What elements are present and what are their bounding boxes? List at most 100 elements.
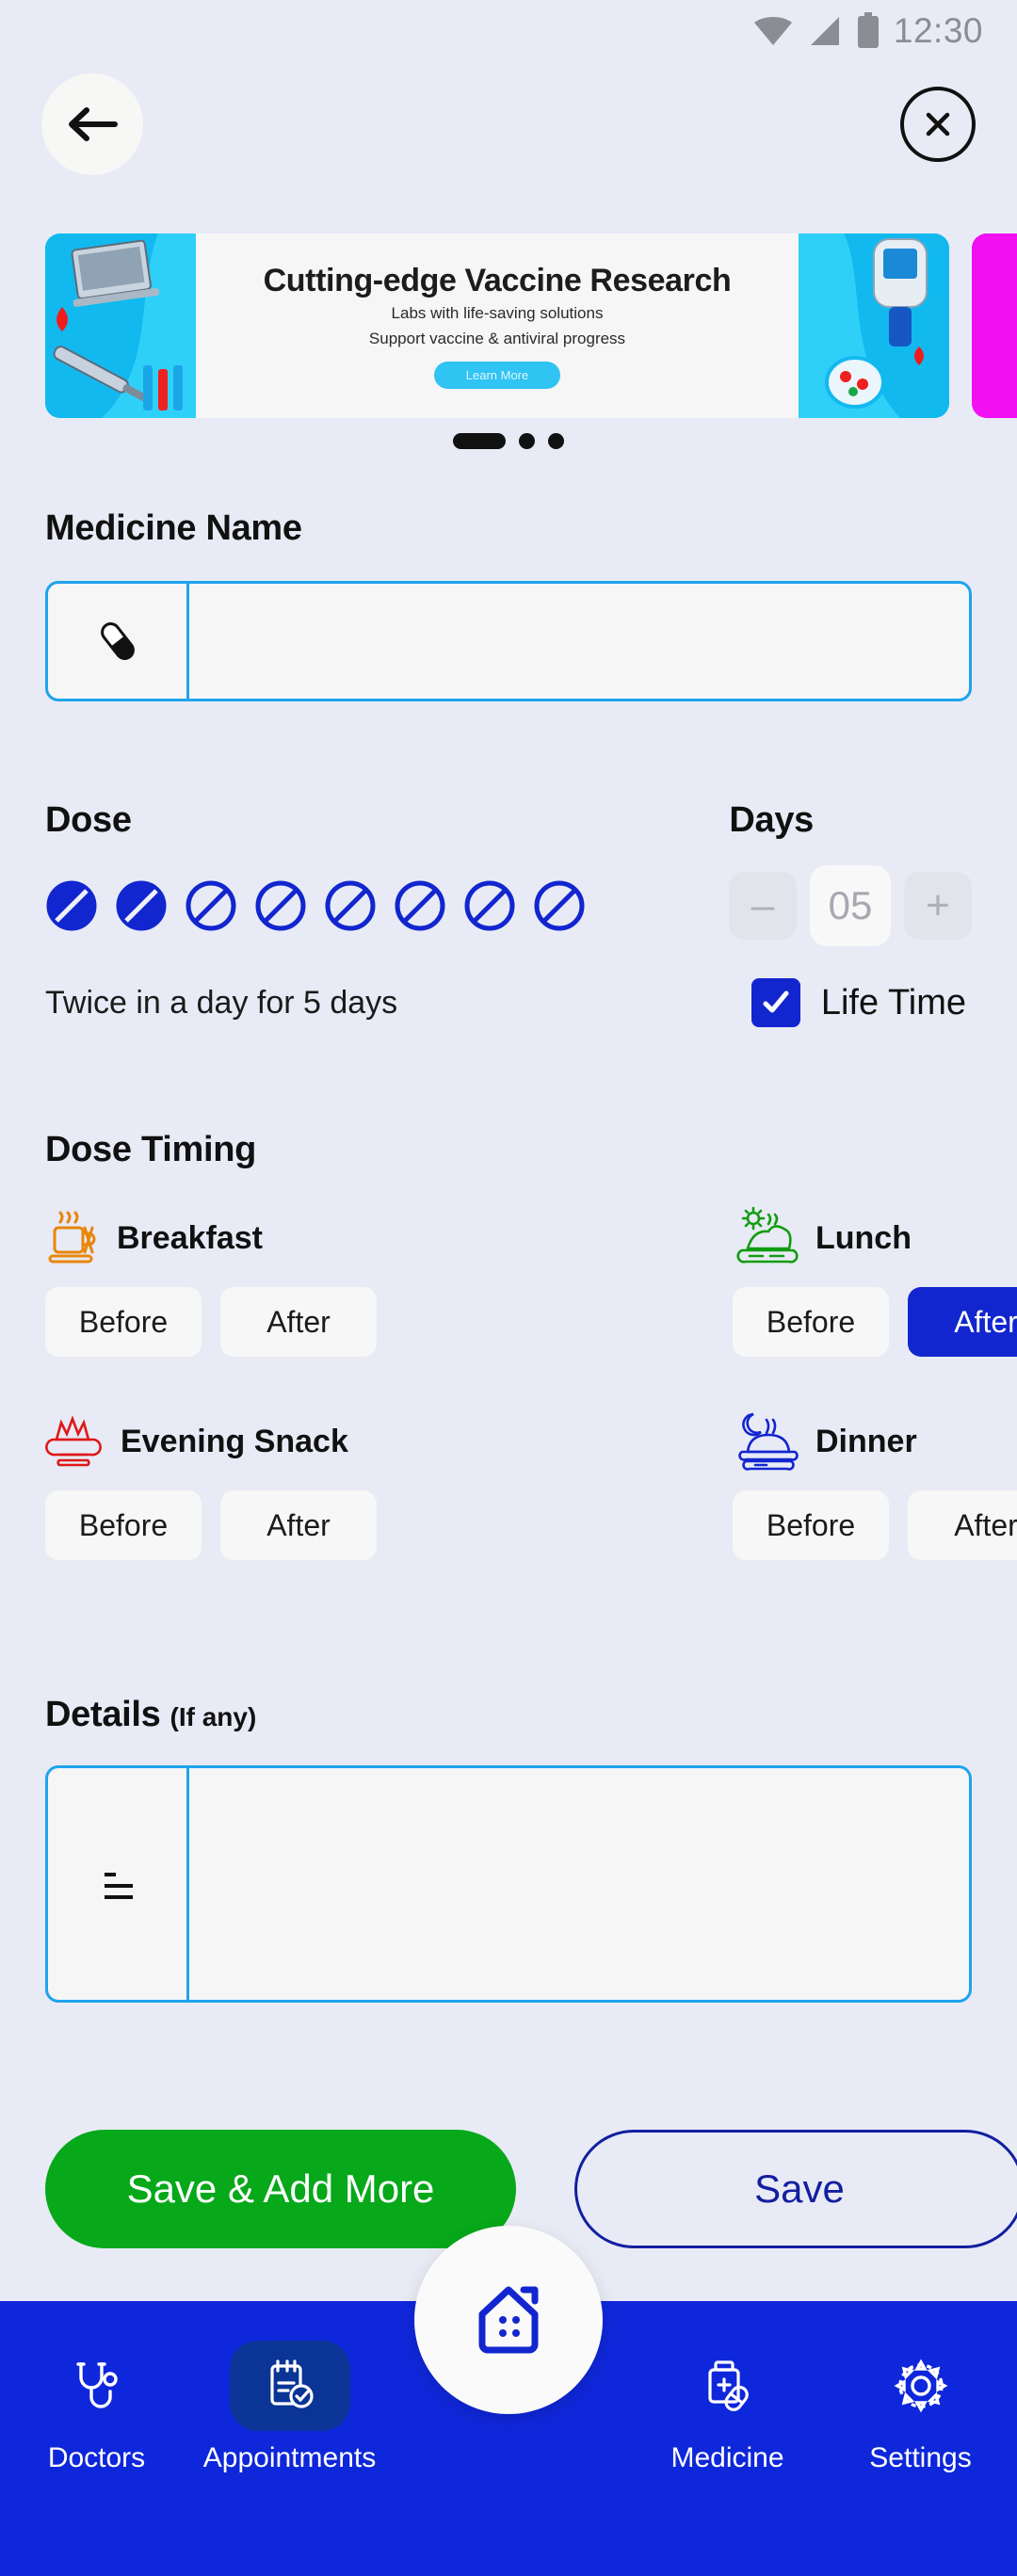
dose-pill-5[interactable]	[324, 879, 377, 932]
save-and-add-more-button[interactable]: Save & Add More	[45, 2130, 516, 2248]
header-bar	[0, 73, 1017, 177]
save-button[interactable]: Save	[574, 2130, 1017, 2248]
meal-block-evening-snack: Evening Snack Before After	[45, 1396, 629, 1560]
nav-item-doctors[interactable]: Doctors	[0, 2341, 193, 2474]
dinner-bowl-moon-icon	[738, 1412, 799, 1471]
details-field[interactable]	[45, 1765, 972, 2003]
clipboard-check-icon	[269, 2359, 314, 2408]
meal-options-lunch[interactable]: Before After	[733, 1287, 1017, 1357]
capsule-icon	[48, 584, 189, 699]
dinner-before-button[interactable]: Before	[733, 1490, 889, 1560]
lifetime-checkbox[interactable]	[751, 978, 800, 1027]
banner-content: Cutting-edge Vaccine Research Labs with …	[196, 233, 799, 418]
lifetime-checkbox-row[interactable]: Life Time	[751, 978, 966, 1027]
banner-subtitle-2: Support vaccine & antiviral progress	[368, 330, 626, 347]
carousel-dots[interactable]	[0, 433, 1017, 449]
nav-label-appointments: Appointments	[202, 2442, 377, 2473]
banner-art-left	[45, 233, 207, 418]
gear-icon	[894, 2359, 947, 2413]
days-increment-button[interactable]: +	[904, 872, 972, 940]
carousel-dot-3[interactable]	[548, 433, 564, 449]
dose-pill-8[interactable]	[533, 879, 586, 932]
medicine-bottle-icon	[707, 2360, 749, 2411]
dose-pill-2[interactable]	[115, 879, 168, 932]
details-section: Details (If any)	[45, 1695, 972, 2003]
banner-title: Cutting-edge Vaccine Research	[263, 263, 732, 299]
meal-header-breakfast: Breakfast	[45, 1193, 629, 1283]
dose-summary-text: Twice in a day for 5 days	[45, 984, 398, 1021]
coffee-cup-icon	[48, 1211, 96, 1264]
medicine-name-section: Medicine Name	[45, 508, 972, 701]
nav-label-medicine: Medicine	[670, 2442, 784, 2473]
days-label: Days	[729, 800, 814, 840]
details-sublabel: (If any)	[170, 1702, 257, 1731]
days-value[interactable]: 05	[810, 865, 891, 946]
nav-item-appointments[interactable]: Appointments	[193, 2341, 386, 2474]
arrow-left-icon	[69, 107, 118, 141]
notes-lines-icon	[48, 1768, 189, 2000]
dose-pill-4[interactable]	[254, 879, 307, 932]
dose-pill-1[interactable]	[45, 879, 98, 932]
meal-block-lunch: Lunch Before After	[733, 1193, 1017, 1357]
promo-banner-next[interactable]	[972, 233, 1017, 418]
nav-item-settings[interactable]: Settings	[824, 2341, 1017, 2474]
nav-label-settings: Settings	[869, 2442, 972, 2473]
status-bar: 12:30	[0, 0, 1017, 62]
dose-pill-selector[interactable]	[45, 879, 586, 932]
meal-header-dinner: Dinner	[733, 1396, 1017, 1487]
breakfast-before-button[interactable]: Before	[45, 1287, 202, 1357]
banner-learn-more-button[interactable]: Learn More	[433, 361, 561, 389]
meal-header-evening-snack: Evening Snack	[45, 1396, 629, 1487]
dose-days-section: Dose Days – 05 + Twice in a day for 5 da…	[45, 800, 972, 1027]
dose-label: Dose	[45, 800, 132, 840]
snack-bowl-icon	[45, 1415, 102, 1467]
meal-label-breakfast: Breakfast	[117, 1219, 263, 1256]
battery-icon	[857, 12, 879, 48]
details-input[interactable]	[189, 1768, 969, 2000]
banner-art-right	[787, 233, 949, 418]
meal-label-dinner: Dinner	[815, 1423, 917, 1459]
meal-label-evening-snack: Evening Snack	[121, 1423, 348, 1459]
back-button[interactable]	[41, 73, 143, 175]
home-fab-button[interactable]	[414, 2226, 603, 2414]
carousel-dot-1[interactable]	[453, 433, 506, 449]
dose-pill-7[interactable]	[463, 879, 516, 932]
evening-snack-before-button[interactable]: Before	[45, 1490, 202, 1560]
lifetime-label: Life Time	[820, 982, 966, 1022]
signal-icon	[810, 17, 839, 45]
wifi-icon	[753, 17, 792, 45]
meal-label-lunch: Lunch	[815, 1219, 912, 1256]
bottom-navigation: Doctors Appointments Medicine Settings	[0, 2226, 1017, 2576]
days-stepper[interactable]: – 05 +	[729, 865, 972, 946]
promo-banner[interactable]: Cutting-edge Vaccine Research Labs with …	[45, 233, 949, 418]
meal-options-breakfast[interactable]: Before After	[45, 1287, 629, 1357]
dose-timing-section: Dose Timing Breakfast Before After Lunch…	[45, 1130, 1017, 1560]
nav-label-doctors: Doctors	[47, 2442, 146, 2473]
medicine-name-input[interactable]	[189, 584, 969, 699]
promo-carousel[interactable]: Cutting-edge Vaccine Research Labs with …	[0, 233, 1017, 422]
banner-subtitle-1: Labs with life-saving solutions	[391, 304, 604, 323]
days-decrement-button[interactable]: –	[729, 872, 797, 940]
meal-options-dinner[interactable]: Before After	[733, 1490, 1017, 1560]
breakfast-after-button[interactable]: After	[220, 1287, 377, 1357]
salad-bowl-sun-icon	[736, 1207, 799, 1264]
dinner-after-button[interactable]: After	[908, 1490, 1017, 1560]
dose-timing-label: Dose Timing	[45, 1130, 257, 1169]
meal-options-evening-snack[interactable]: Before After	[45, 1490, 629, 1560]
meal-block-breakfast: Breakfast Before After	[45, 1193, 629, 1357]
details-label: Details	[45, 1695, 161, 1734]
app-screen: 12:30 Cutting-edge Vaccine Research Labs…	[0, 0, 1017, 2576]
close-icon	[926, 112, 950, 137]
dose-pill-6[interactable]	[394, 879, 446, 932]
close-button[interactable]	[900, 87, 976, 162]
medicine-name-field[interactable]	[45, 581, 972, 701]
evening-snack-after-button[interactable]: After	[220, 1490, 377, 1560]
carousel-dot-2[interactable]	[519, 433, 535, 449]
lunch-after-button[interactable]: After	[908, 1287, 1017, 1357]
medicine-name-label: Medicine Name	[45, 508, 302, 548]
lunch-before-button[interactable]: Before	[733, 1287, 889, 1357]
dose-pill-3[interactable]	[185, 879, 237, 932]
nav-item-medicine[interactable]: Medicine	[631, 2341, 824, 2474]
home-icon	[478, 2286, 539, 2354]
stethoscope-icon	[75, 2362, 118, 2408]
